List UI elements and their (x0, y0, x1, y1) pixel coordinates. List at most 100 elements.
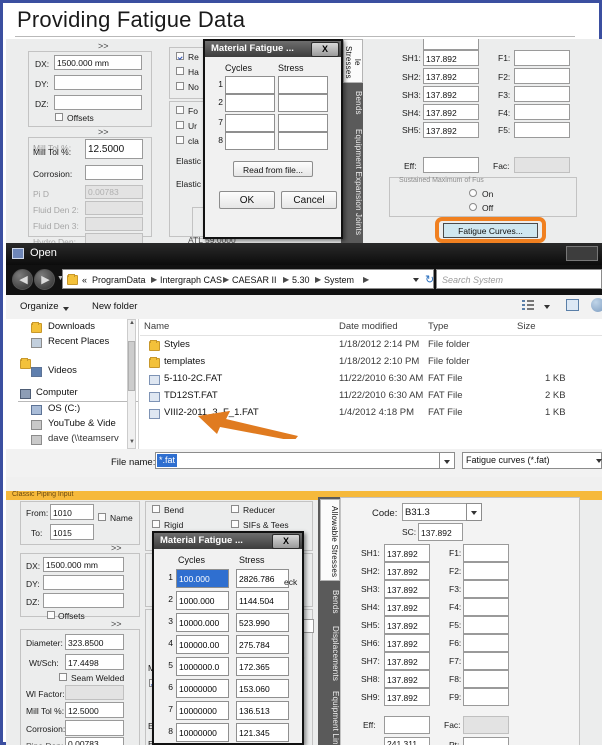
bsh9-field[interactable]: 137.892 (384, 688, 430, 706)
bottom-eff-field[interactable] (384, 716, 430, 734)
radio-off[interactable] (469, 203, 477, 211)
sidebar-item-recent-places[interactable]: Recent Places (48, 336, 109, 347)
cycles-cell[interactable]: 1000000.0 (176, 657, 229, 676)
view-chevron-icon[interactable] (544, 305, 550, 309)
column-header-size[interactable]: Size (517, 321, 535, 332)
cycles-cell[interactable]: 100000.00 (176, 635, 229, 654)
dx-field[interactable]: 1500.000 mm (54, 55, 142, 70)
bf8-field[interactable] (463, 670, 509, 688)
checkbox-re[interactable] (176, 52, 184, 60)
stress-cell[interactable]: 136.513 (236, 701, 289, 720)
bend-checkbox[interactable] (152, 505, 160, 513)
stress-cell[interactable] (278, 76, 328, 94)
fatigue-curves-button[interactable]: Fatigue Curves... (443, 223, 538, 238)
bf4-field[interactable] (463, 598, 509, 616)
forward-button[interactable]: ▶ (34, 269, 55, 290)
file-name[interactable]: Styles (164, 339, 190, 350)
cycles-cell[interactable]: 10000000 (176, 701, 229, 720)
sidebar-item-computer[interactable]: Computer (36, 387, 78, 398)
search-input[interactable]: Search System (436, 269, 602, 289)
breadcrumb-intergraph-cas[interactable]: Intergraph CAS (160, 270, 222, 290)
sidebar-item-dave[interactable]: dave (\\teamserv (48, 433, 119, 444)
bf5-field[interactable] (463, 616, 509, 634)
pipe-den-field[interactable]: 0.00783 (65, 737, 124, 745)
expand-chevron-4[interactable]: >> (111, 619, 122, 629)
vtab-bends[interactable]: Bends (343, 85, 363, 117)
sh4-field[interactable]: 137.892 (423, 104, 479, 120)
sc-field-top[interactable] (423, 39, 479, 50)
expand-chevron-2[interactable]: >> (98, 127, 109, 137)
stress-cell[interactable] (278, 114, 328, 132)
file-filter-combobox[interactable]: Fatigue curves (*.fat) (462, 452, 602, 469)
vtab-equipment-bottom[interactable]: Equipment Lin (320, 687, 340, 745)
expand-chevron-1[interactable]: >> (98, 41, 109, 51)
path-dropdown-icon[interactable] (413, 278, 419, 282)
cycles-cell[interactable] (225, 114, 275, 132)
window-controls[interactable] (566, 246, 598, 261)
breadcrumb-programdata[interactable]: ProgramData (92, 270, 146, 290)
sidebar-item-youtube[interactable]: YouTube & Vide (48, 418, 116, 429)
dz-field[interactable] (54, 95, 142, 110)
sh3-field[interactable]: 137.892 (423, 86, 479, 102)
f2-field[interactable] (514, 68, 570, 84)
bottom-mill-tol-field[interactable]: 12.5000 (65, 702, 124, 718)
cycles-cell[interactable]: 10000000 (176, 723, 229, 742)
stress-cell[interactable]: 1144.504 (236, 591, 289, 610)
expand-chevron-3[interactable]: >> (111, 543, 122, 553)
dialog-close-button-top[interactable]: X (311, 42, 339, 57)
cycles-cell[interactable]: 1000.000 (176, 591, 229, 610)
breadcrumb-system[interactable]: System (324, 270, 354, 290)
stress-cell[interactable]: 121.345 (236, 723, 289, 742)
bottom-offsets-checkbox[interactable] (47, 611, 55, 619)
breadcrumb-caesar[interactable]: CAESAR II (232, 270, 277, 290)
cycles-cell[interactable] (225, 94, 275, 112)
scroll-up-icon[interactable]: ▲ (129, 320, 135, 326)
radio-on[interactable] (469, 189, 477, 197)
to-field[interactable]: 1015 (50, 524, 94, 540)
vtab-equipment-expansion-joints[interactable]: Equipment Expansion Joints (343, 119, 363, 243)
diameter-field[interactable]: 323.8500 (65, 634, 124, 650)
vtab-allowable-stresses-bottom[interactable]: Allowable Stresses (320, 499, 340, 581)
sh1-field[interactable]: 137.892 (423, 50, 479, 66)
organize-chevron-icon[interactable] (63, 307, 69, 311)
code-dropdown-button[interactable] (466, 503, 482, 521)
sidebar-item-videos[interactable]: Videos (48, 365, 77, 376)
breadcrumb-prefix[interactable]: « (82, 270, 87, 290)
cycles-cell[interactable] (225, 76, 275, 94)
corrosion-field[interactable] (85, 165, 143, 180)
checkbox-ur[interactable] (176, 121, 184, 129)
filter-chevron-down-icon[interactable] (596, 459, 602, 463)
explorer-splitter[interactable] (138, 319, 139, 449)
bottom-dx-field[interactable]: 1500.000 mm (43, 557, 124, 572)
preview-pane-icon[interactable] (566, 299, 579, 311)
stress-cell[interactable]: 172.365 (236, 657, 289, 676)
dialog-close-button-bottom[interactable]: X (272, 534, 300, 549)
organize-button[interactable]: Organize (20, 295, 59, 319)
view-list-icon[interactable] (522, 300, 534, 311)
cycles-cell[interactable]: 100.000 (176, 569, 229, 588)
seam-welded-checkbox[interactable] (59, 673, 67, 681)
cancel-button-top[interactable]: Cancel (281, 191, 337, 209)
breadcrumb-version[interactable]: 5.30 (292, 270, 310, 290)
cycles-cell[interactable] (225, 132, 275, 150)
bf9-field[interactable] (463, 688, 509, 706)
rigid-checkbox[interactable] (152, 520, 160, 528)
bsh4-field[interactable]: 137.892 (384, 598, 430, 616)
bf3-field[interactable] (463, 580, 509, 598)
offsets-checkbox[interactable] (55, 113, 63, 121)
bsh8-field[interactable]: 137.892 (384, 670, 430, 688)
checkbox-fo[interactable] (176, 106, 184, 114)
sidebar-item-os-c[interactable]: OS (C:) (48, 403, 80, 414)
f5-field[interactable] (514, 122, 570, 138)
file-name[interactable]: TD12ST.FAT (164, 390, 218, 401)
stress-cell[interactable]: 2826.786 (236, 569, 289, 588)
column-header-name[interactable]: Name (144, 321, 169, 332)
help-icon[interactable] (591, 298, 602, 312)
new-folder-button[interactable]: New folder (92, 295, 137, 319)
file-name-dropdown-button[interactable] (439, 452, 455, 469)
vtab-allowable-stresses[interactable]: le Stresses (343, 39, 363, 83)
sh2-field[interactable]: 137.892 (423, 68, 479, 84)
checkbox-no[interactable] (176, 82, 184, 90)
bottom-dz-field[interactable] (43, 593, 124, 608)
bf1-field[interactable] (463, 544, 509, 562)
